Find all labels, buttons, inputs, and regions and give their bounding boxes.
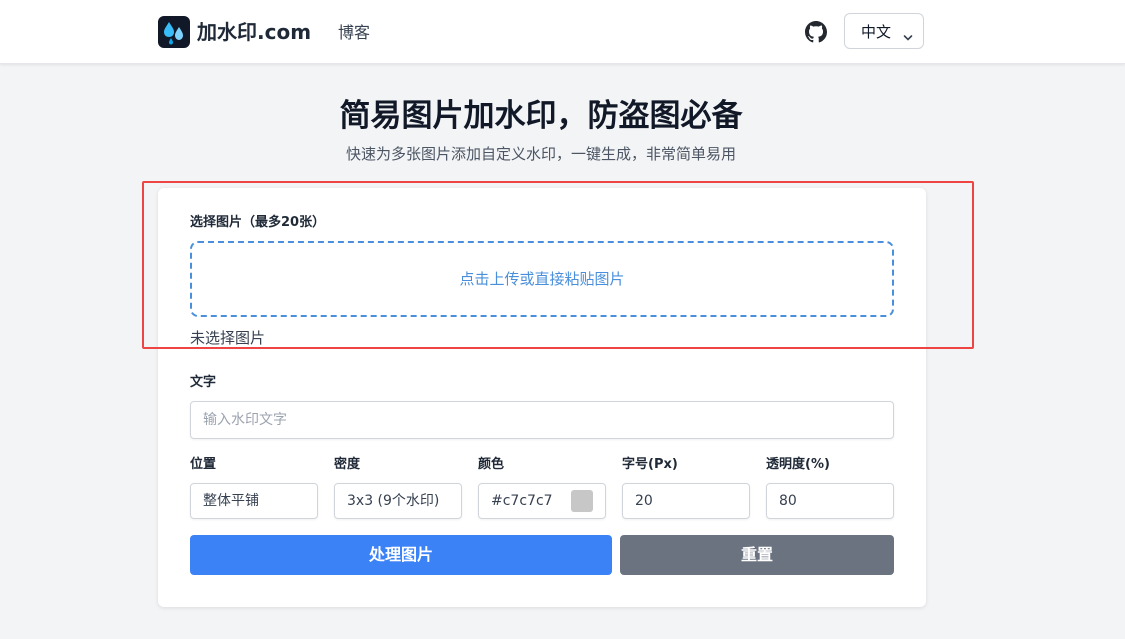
position-select[interactable]: 整体平铺 — [190, 483, 318, 519]
brand-name[interactable]: 加水印.com — [197, 18, 311, 46]
select-images-label: 选择图片（最多20张） — [190, 215, 326, 230]
process-images-button[interactable]: 处理图片 — [190, 535, 612, 575]
color-swatch[interactable] — [571, 490, 593, 512]
language-select[interactable]: 中文 — [844, 13, 924, 49]
color-value: #c7c7c7 — [491, 493, 553, 509]
fontsize-input[interactable]: 20 — [622, 483, 750, 519]
density-value: 3x3 (9个水印) — [347, 493, 440, 509]
opacity-label: 透明度(%) — [766, 457, 830, 472]
fontsize-label: 字号(Px) — [622, 457, 678, 472]
page-subtitle: 快速为多张图片添加自定义水印，一键生成，非常简单易用 — [345, 145, 736, 163]
fontsize-value: 20 — [635, 493, 653, 509]
opacity-input[interactable]: 80 — [766, 483, 894, 519]
top-navbar: 加水印.com 博客 中文 — [0, 0, 1125, 64]
nav-link-blog[interactable]: 博客 — [338, 22, 370, 44]
chevron-down-icon — [903, 27, 913, 46]
text-label: 文字 — [190, 375, 217, 390]
page-title: 简易图片加水印，防盗图必备 — [339, 98, 743, 134]
language-selected-label: 中文 — [861, 23, 892, 41]
github-icon[interactable] — [805, 21, 827, 43]
logo-icon[interactable] — [158, 16, 190, 48]
image-dropzone[interactable]: 点击上传或直接粘贴图片 — [190, 241, 894, 317]
watermark-text-input[interactable] — [190, 401, 894, 439]
opacity-value: 80 — [779, 493, 797, 509]
position-value: 整体平铺 — [203, 493, 259, 509]
reset-button[interactable]: 重置 — [620, 535, 894, 575]
color-label: 颜色 — [478, 457, 505, 472]
no-images-status: 未选择图片 — [190, 329, 266, 347]
density-label: 密度 — [334, 457, 361, 472]
position-label: 位置 — [190, 457, 217, 472]
density-select[interactable]: 3x3 (9个水印) — [334, 483, 462, 519]
dropzone-text: 点击上传或直接粘贴图片 — [459, 270, 625, 288]
color-input[interactable]: #c7c7c7 — [478, 483, 606, 519]
